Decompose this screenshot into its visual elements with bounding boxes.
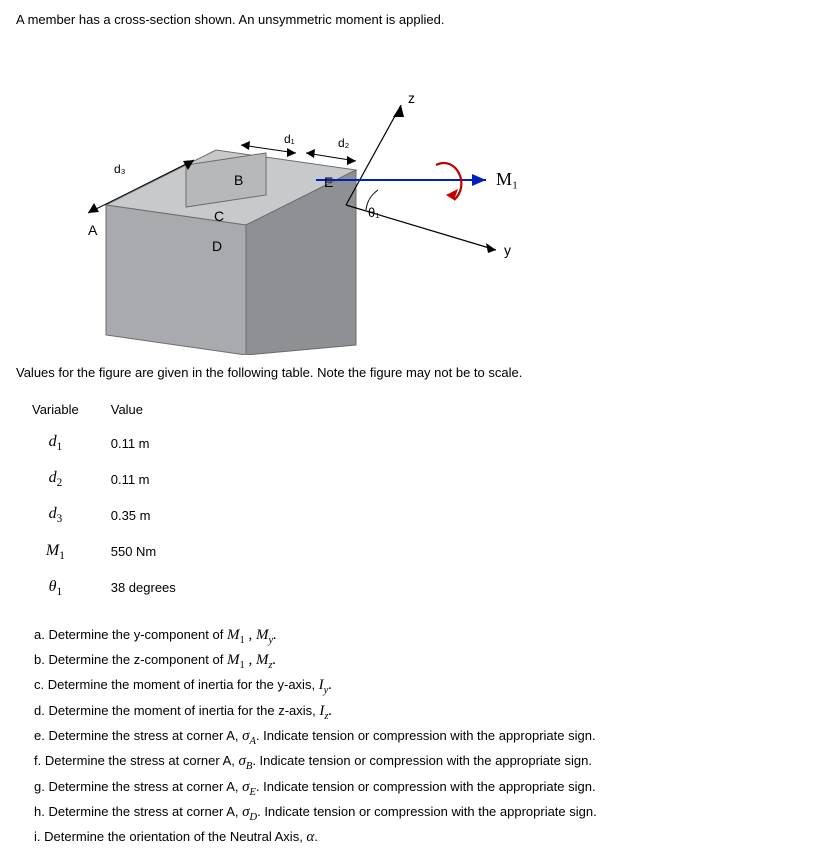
moment-vector-arrowhead — [472, 174, 486, 186]
corner-c-label: C — [214, 208, 224, 224]
d2-label: d₂ — [338, 136, 350, 150]
theta-label: θ₁ — [368, 205, 380, 220]
question-i-post: . — [314, 829, 318, 844]
question-b: b. Determine the z-component of M1 , Mz. — [34, 649, 814, 674]
question-g: g. Determine the stress at corner A, σE.… — [34, 776, 814, 801]
y-axis-arrowhead — [486, 243, 496, 253]
question-g-post: . Indicate tension or compression with t… — [256, 779, 596, 794]
beam-front-face — [106, 205, 246, 355]
var-name: θ1 — [22, 570, 101, 606]
question-c-var: Iy. — [319, 677, 332, 693]
question-a: a. Determine the y-component of M1 , My. — [34, 624, 814, 649]
z-axis-label: z — [408, 90, 415, 106]
table-intro-text: Values for the figure are given in the f… — [16, 365, 814, 380]
question-d-var: Iz. — [319, 703, 332, 719]
question-c: c. Determine the moment of inertia for t… — [34, 674, 814, 699]
var-value: 38 degrees — [101, 570, 198, 606]
question-g-pre: g. Determine the stress at corner A, — [34, 779, 242, 794]
question-h-var: σD — [242, 804, 257, 820]
question-d: d. Determine the moment of inertia for t… — [34, 700, 814, 725]
question-f-var: σB — [238, 753, 252, 769]
variables-table: Variable Value d1 0.11 m d2 0.11 m d3 0.… — [22, 394, 198, 606]
question-b-var: M1 , Mz. — [227, 652, 276, 668]
corner-a-label: A — [88, 222, 98, 238]
question-f-pre: f. Determine the stress at corner A, — [34, 753, 238, 768]
question-h-pre: h. Determine the stress at corner A, — [34, 804, 242, 819]
var-value: 0.35 m — [101, 497, 198, 533]
corner-b-label: B — [234, 172, 243, 188]
d3-label: d₃ — [114, 162, 126, 176]
table-row: d3 0.35 m — [22, 497, 198, 533]
question-i: i. Determine the orientation of the Neut… — [34, 826, 814, 849]
question-i-pre: i. Determine the orientation of the Neut… — [34, 829, 306, 844]
d1-label: d₁ — [284, 132, 295, 146]
question-e-var: σA — [242, 728, 256, 744]
question-i-var: α — [306, 829, 314, 845]
col-header-variable: Variable — [22, 394, 101, 425]
question-a-var: M1 , My. — [227, 627, 277, 643]
figure: y z M₁ θ₁ d₁ d₂ d₃ A B C D E — [16, 35, 536, 355]
z-axis-line — [346, 105, 401, 205]
question-h-post: . Indicate tension or compression with t… — [257, 804, 597, 819]
d1-arrow-l — [241, 141, 250, 150]
table-row: d1 0.11 m — [22, 425, 198, 461]
table-row: d2 0.11 m — [22, 461, 198, 497]
corner-d-label: D — [212, 238, 222, 254]
question-d-text: d. Determine the moment of inertia for t… — [34, 703, 319, 718]
var-name: d1 — [22, 425, 101, 461]
problem-statement: A member has a cross-section shown. An u… — [16, 12, 814, 27]
d2-arrow-l — [306, 149, 315, 158]
y-axis-label: y — [504, 242, 511, 258]
var-name: M1 — [22, 534, 101, 570]
col-header-value: Value — [101, 394, 198, 425]
var-name: d2 — [22, 461, 101, 497]
table-row: θ1 38 degrees — [22, 570, 198, 606]
var-value: 0.11 m — [101, 425, 198, 461]
question-e-post: . Indicate tension or compression with t… — [256, 728, 596, 743]
var-value: 0.11 m — [101, 461, 198, 497]
question-b-text: b. Determine the z-component of — [34, 652, 227, 667]
question-g-var: σE — [242, 779, 256, 795]
z-axis-arrowhead — [393, 105, 404, 117]
figure-svg: y z M₁ θ₁ d₁ d₂ d₃ A B C D E — [16, 35, 536, 355]
corner-e-label: E — [324, 174, 333, 190]
question-f: f. Determine the stress at corner A, σB.… — [34, 750, 814, 775]
question-c-text: c. Determine the moment of inertia for t… — [34, 677, 319, 692]
question-a-text: a. Determine the y-component of — [34, 627, 227, 642]
question-list: a. Determine the y-component of M1 , My.… — [16, 624, 814, 849]
moment-label: M₁ — [496, 169, 518, 189]
d2-arrow-r — [347, 156, 356, 165]
question-e-pre: e. Determine the stress at corner A, — [34, 728, 242, 743]
question-h: h. Determine the stress at corner A, σD.… — [34, 801, 814, 826]
table-row: M1 550 Nm — [22, 534, 198, 570]
question-e: e. Determine the stress at corner A, σA.… — [34, 725, 814, 750]
var-name: d3 — [22, 497, 101, 533]
var-value: 550 Nm — [101, 534, 198, 570]
d1-arrow-r — [287, 148, 296, 157]
question-f-post: . Indicate tension or compression with t… — [252, 753, 592, 768]
